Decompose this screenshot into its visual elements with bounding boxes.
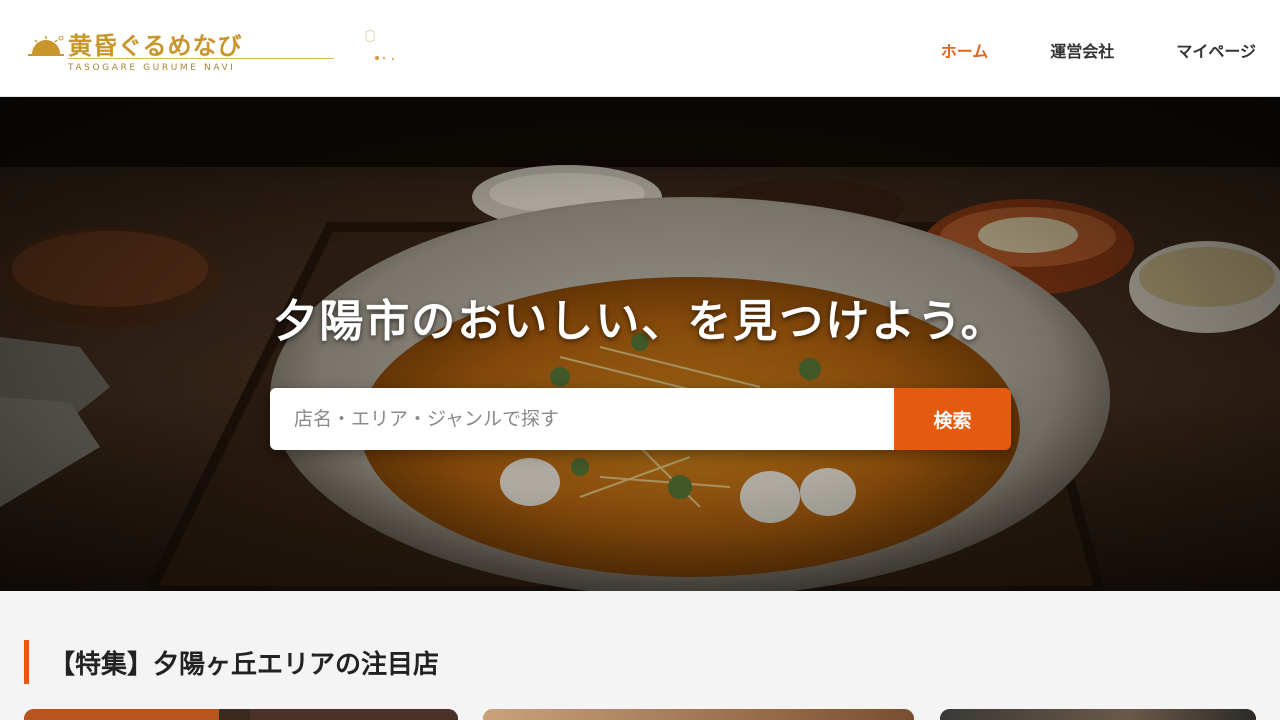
nav-item-mypage[interactable]: マイページ xyxy=(1176,38,1256,62)
nav-item-company[interactable]: 運営会社 xyxy=(1050,38,1114,62)
site-header: 黄昏ぐるめなび TASOGARE GURUME NAVI ホーム 運営会社 マイ… xyxy=(0,0,1280,97)
search-button[interactable]: 検索 xyxy=(894,388,1011,450)
lantern-icon xyxy=(365,29,394,60)
card-thumbnail xyxy=(940,709,1256,720)
featured-card[interactable] xyxy=(940,709,1256,720)
featured-card[interactable] xyxy=(24,709,458,720)
nav-item-home[interactable]: ホーム xyxy=(941,38,989,62)
card-thumbnail xyxy=(483,709,914,720)
logo-divider xyxy=(68,58,334,59)
card-thumbnail xyxy=(24,709,220,720)
search-input[interactable] xyxy=(270,388,894,450)
hero-headline: 夕陽市のおいしい、を見つけよう。 xyxy=(273,296,1007,347)
hero-section: 夕陽市のおいしい、を見つけよう。 検索 xyxy=(0,97,1280,591)
site-logo[interactable]: 黄昏ぐるめなび TASOGARE GURUME NAVI xyxy=(28,26,338,76)
featured-card[interactable] xyxy=(483,709,914,720)
search-form: 検索 xyxy=(270,388,1011,450)
brand-title: 黄昏ぐるめなび xyxy=(68,31,243,60)
main-nav: ホーム 運営会社 マイページ xyxy=(941,38,1256,62)
sunset-icon xyxy=(28,36,64,56)
card-thumbnail xyxy=(249,709,458,720)
brand-subtitle: TASOGARE GURUME NAVI xyxy=(68,63,236,73)
featured-heading: 【特集】夕陽ヶ丘エリアの注目店 xyxy=(24,640,439,684)
